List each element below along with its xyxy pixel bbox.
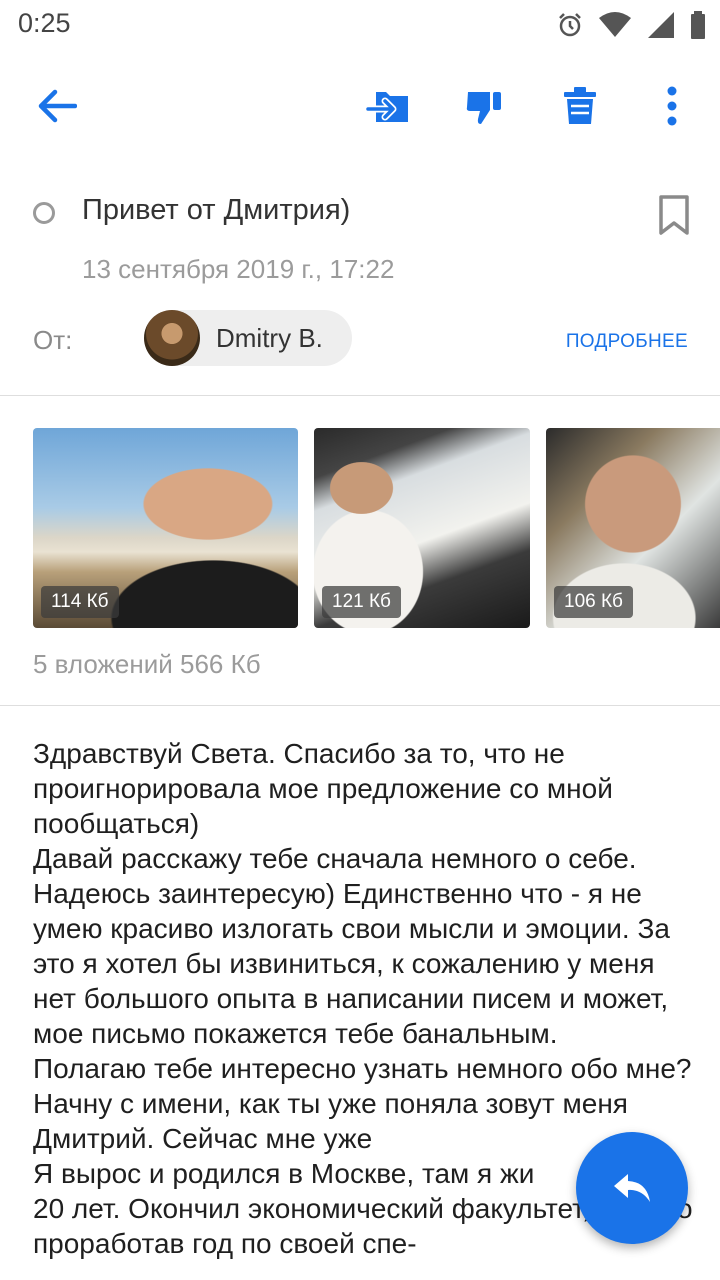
subject-row: Привет от Дмитрия) <box>0 186 720 246</box>
bookmark-button[interactable] <box>652 190 696 240</box>
from-label: От: <box>33 325 73 355</box>
status-icons <box>556 10 706 40</box>
more-options-button[interactable] <box>646 80 698 132</box>
sender-chip[interactable]: Dmitry B. <box>144 310 352 366</box>
unread-indicator[interactable] <box>33 202 55 224</box>
alarm-icon <box>559 13 581 37</box>
signal-icon <box>648 12 674 38</box>
status-bar: 0:25 <box>0 0 720 50</box>
move-to-folder-button[interactable] <box>362 80 414 132</box>
back-arrow-icon <box>38 89 77 123</box>
back-button[interactable] <box>31 80 83 132</box>
thumbs-down-icon <box>466 92 501 124</box>
divider <box>0 395 720 396</box>
attachment-thumbnail[interactable]: 114 Кб <box>33 428 298 628</box>
divider <box>0 705 720 706</box>
attachment-thumbnail[interactable]: 106 Кб <box>546 428 720 628</box>
attachment-size: 121 Кб <box>322 586 401 618</box>
attachment-thumbnail[interactable]: 121 Кб <box>314 428 530 628</box>
trash-icon <box>564 87 596 124</box>
status-time: 0:25 <box>18 8 71 38</box>
bookmark-icon <box>659 195 689 235</box>
spam-button[interactable] <box>458 80 510 132</box>
reply-button[interactable] <box>576 1132 688 1244</box>
sender-name: Dmitry B. <box>216 322 323 353</box>
message-subject: Привет от Дмитрия) <box>82 194 351 226</box>
more-vert-icon <box>667 86 677 126</box>
toolbar <box>0 70 720 140</box>
details-link[interactable]: ПОДРОБНЕЕ <box>566 331 688 353</box>
reply-icon <box>614 1174 650 1202</box>
message-date: 13 сентября 2019 г., 17:22 <box>82 254 395 284</box>
battery-icon <box>691 11 705 39</box>
delete-button[interactable] <box>554 80 606 132</box>
attachment-size: 106 Кб <box>554 586 633 618</box>
attachments-summary: 5 вложений 566 Кб <box>33 649 261 679</box>
attachment-size: 114 Кб <box>41 586 119 618</box>
avatar <box>144 310 200 366</box>
move-to-folder-icon <box>366 92 408 122</box>
wifi-icon <box>599 12 631 37</box>
